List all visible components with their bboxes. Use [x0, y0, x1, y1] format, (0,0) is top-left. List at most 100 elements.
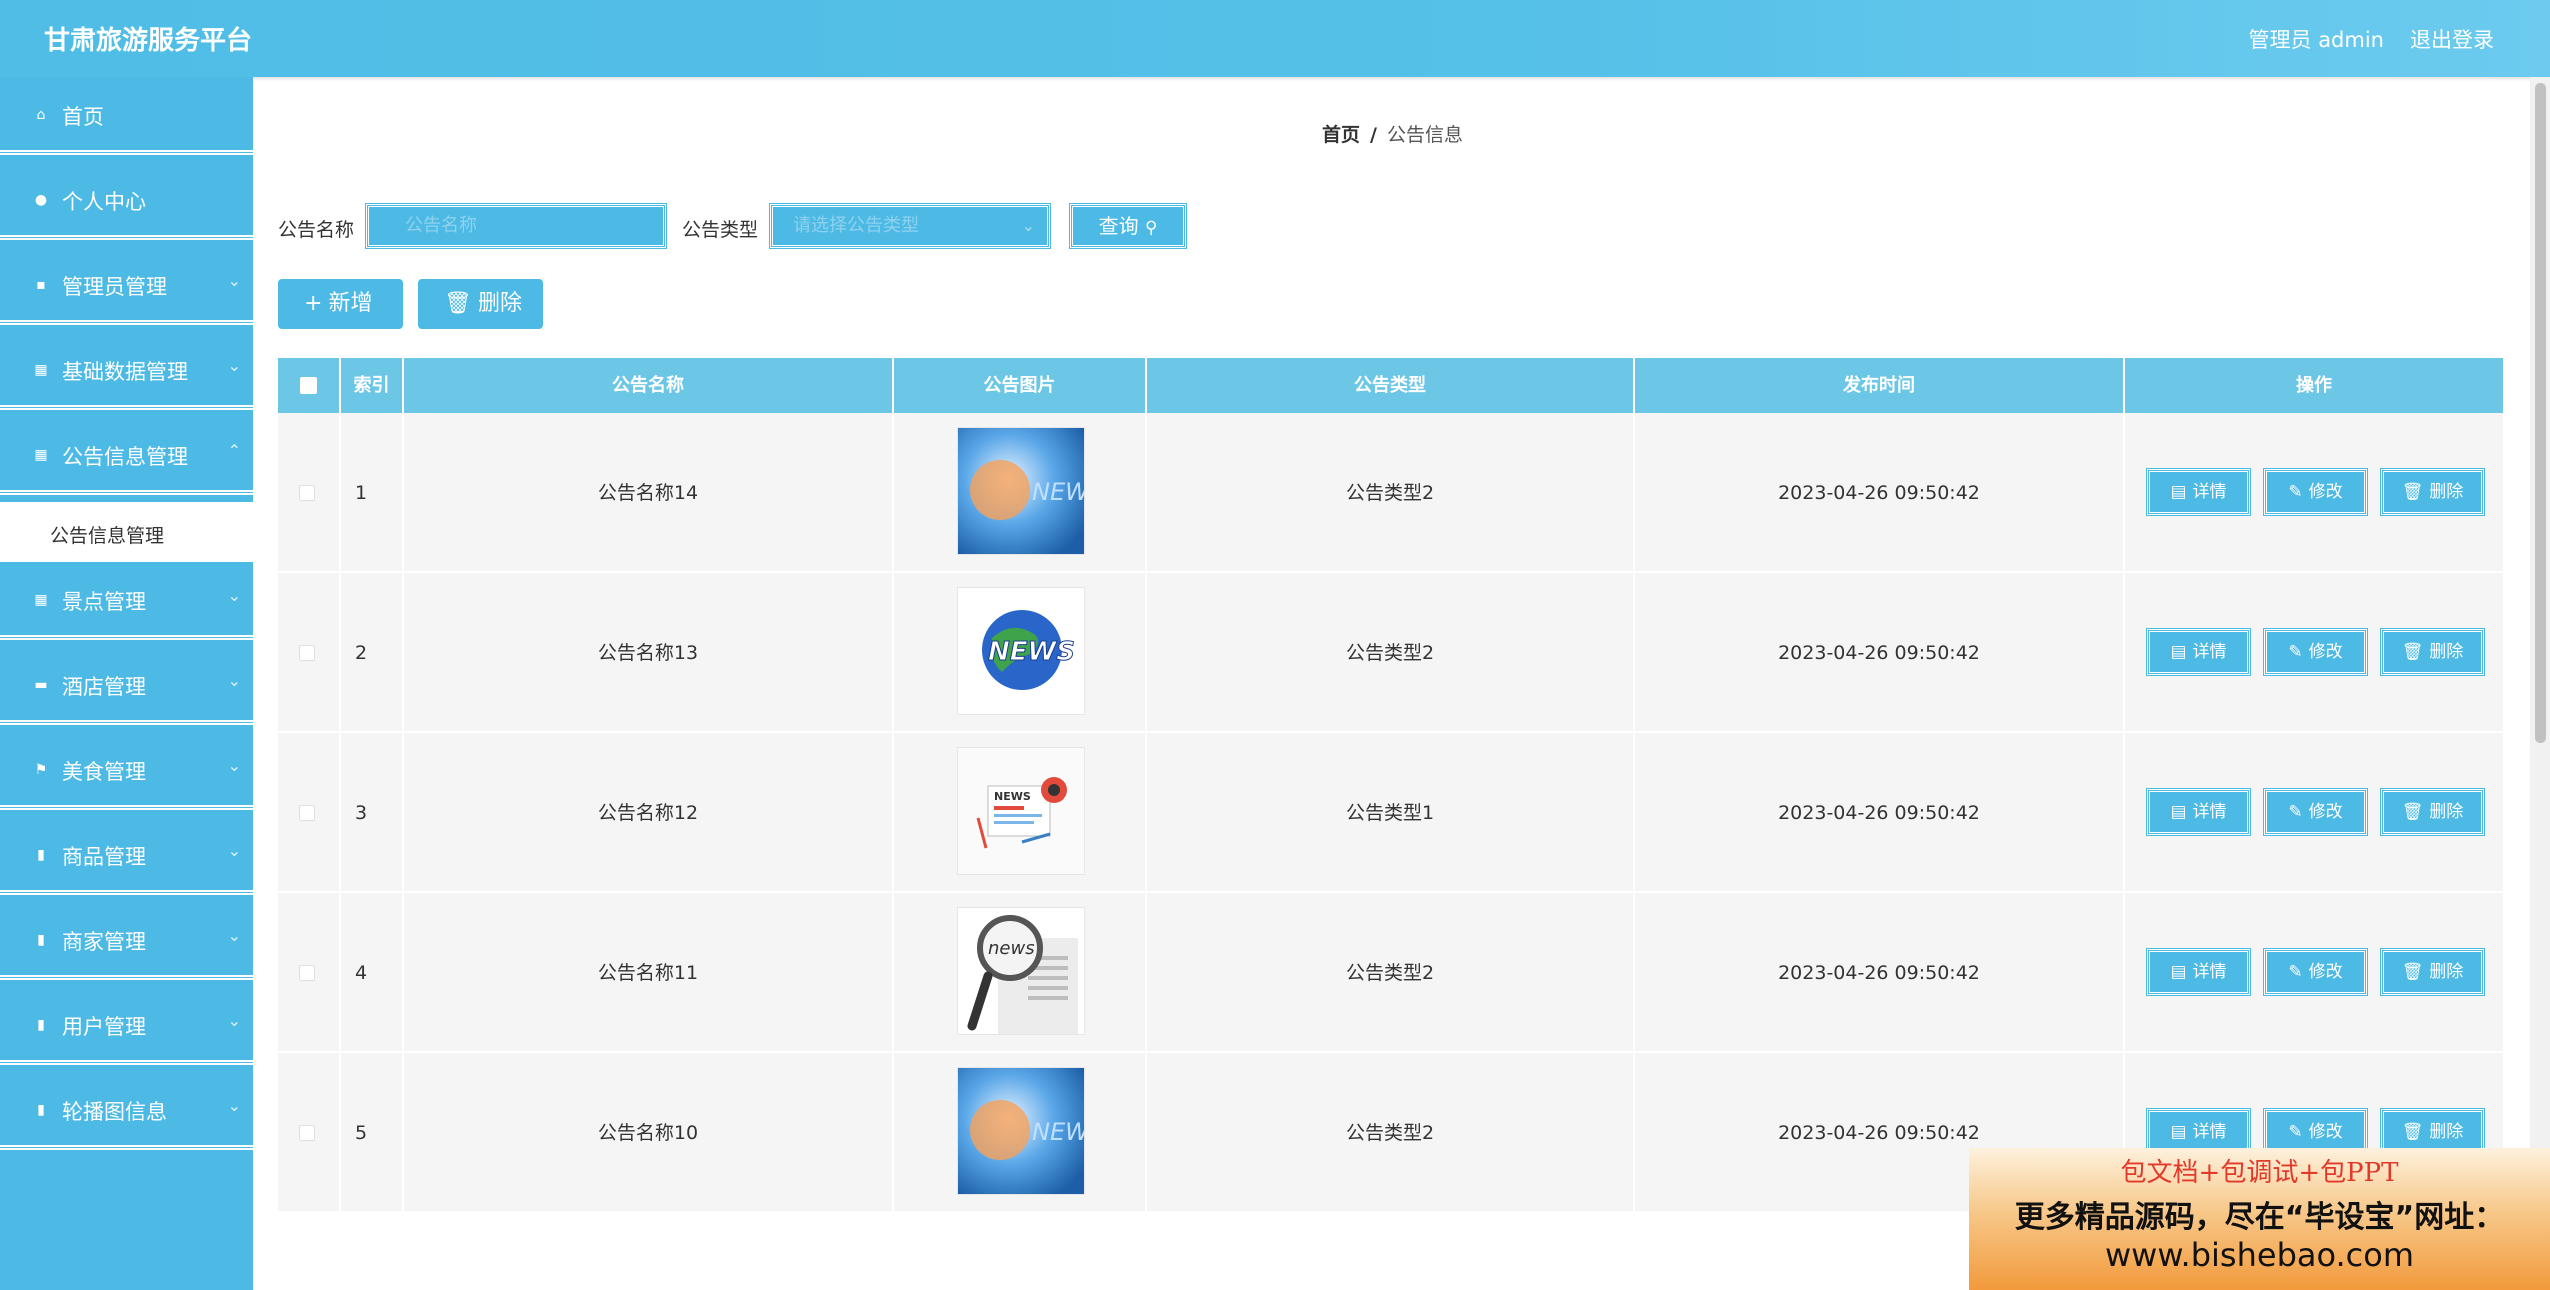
cell-index: 2: [341, 573, 404, 733]
chevron-down-icon: ⌄: [227, 756, 241, 775]
chevron-down-icon: ⌄: [227, 1011, 241, 1030]
edit-icon: ✎: [2288, 962, 2303, 982]
sidebar-item-label: 基础数据管理: [62, 360, 188, 384]
sidebar-item-profile[interactable]: ● 个人中心: [0, 162, 253, 240]
delete-button-label: 删除: [2429, 482, 2464, 502]
scrollbar-thumb[interactable]: [2535, 83, 2546, 743]
cell-index: 5: [341, 1053, 404, 1213]
edit-button[interactable]: ✎ 修改: [2263, 468, 2368, 516]
detail-icon: ▤: [2170, 802, 2187, 822]
notice-name-input[interactable]: 公告名称: [365, 203, 667, 249]
watermark-ad: 包文档+包调试+包PPT 更多精品源码，尽在“毕设宝”网址： www.bishe…: [1969, 1148, 2550, 1290]
header-type: 公告类型: [1147, 358, 1635, 413]
admin-label: 管理员 admin: [2248, 28, 2384, 52]
row-checkbox[interactable]: [299, 965, 315, 981]
shop-icon: ▮: [37, 932, 45, 948]
sidebar-item-hotel[interactable]: ▬ 酒店管理 ⌄: [0, 647, 253, 725]
detail-button-label: 详情: [2192, 962, 2227, 982]
row-select-cell: [278, 573, 341, 733]
sidebar-subitem-notice-manage[interactable]: 公告信息管理: [0, 502, 253, 562]
breadcrumb-separator: /: [1370, 124, 1377, 146]
edit-button[interactable]: ✎ 修改: [2263, 788, 2368, 836]
breadcrumb: 首页 / 公告信息: [1322, 120, 1463, 147]
delete-button[interactable]: 🗑 删除: [2380, 788, 2485, 836]
delete-button-label: 删除: [2429, 642, 2464, 662]
top-bar: 甘肃旅游服务平台 管理员 admin 退出登录: [0, 0, 2550, 77]
header-name: 公告名称: [404, 358, 894, 413]
batch-delete-button[interactable]: 🗑 删除: [418, 279, 543, 329]
detail-button-label: 详情: [2192, 802, 2227, 822]
sidebar-item-admin[interactable]: ▪ 管理员管理 ⌄: [0, 247, 253, 325]
sidebar-item-merchant[interactable]: ▮ 商家管理 ⌄: [0, 902, 253, 980]
row-checkbox[interactable]: [299, 805, 315, 821]
user-icon: ●: [34, 192, 48, 208]
header-time: 发布时间: [1635, 358, 2125, 413]
header-index: 索引: [341, 358, 404, 413]
grid-icon: ▦: [34, 447, 48, 463]
delete-button[interactable]: 🗑 删除: [2380, 628, 2485, 676]
row-checkbox[interactable]: [299, 645, 315, 661]
chevron-down-icon: ⌄: [227, 271, 241, 290]
breadcrumb-home[interactable]: 首页: [1322, 124, 1360, 146]
ad-line-1: 包文档+包调试+包PPT: [2120, 1158, 2399, 1188]
trash-icon: 🗑: [2401, 962, 2424, 982]
notice-name-label: 公告名称: [278, 219, 355, 241]
detail-button[interactable]: ▤ 详情: [2146, 788, 2251, 836]
logout-link[interactable]: 退出登录: [2410, 24, 2494, 54]
cell-type: 公告类型1: [1147, 733, 1635, 893]
edit-button-label: 修改: [2308, 482, 2343, 502]
query-button[interactable]: 查询 ⚲: [1069, 203, 1187, 249]
edit-icon: ✎: [2288, 1122, 2303, 1142]
notice-image: news: [957, 907, 1085, 1035]
sidebar-subitem-label: 公告信息管理: [50, 525, 165, 547]
row-checkbox[interactable]: [299, 1125, 315, 1141]
sidebar-item-notice[interactable]: ▦ 公告信息管理 ⌃: [0, 417, 253, 495]
notice-type-label: 公告类型: [682, 219, 759, 241]
header-select-cell: [278, 358, 341, 413]
detail-button[interactable]: ▤ 详情: [2146, 948, 2251, 996]
carousel-icon: ▮: [37, 1102, 45, 1118]
sidebar-item-label: 轮播图信息: [62, 1100, 167, 1124]
trash-icon: 🗑: [2401, 642, 2424, 662]
chevron-down-icon: ⌄: [227, 1096, 241, 1115]
notice-image: NEWS: [957, 1067, 1085, 1195]
select-all-checkbox[interactable]: [300, 377, 317, 394]
sidebar-item-carousel[interactable]: ▮ 轮播图信息 ⌄: [0, 1072, 253, 1150]
row-checkbox[interactable]: [299, 485, 315, 501]
edit-button[interactable]: ✎ 修改: [2263, 948, 2368, 996]
detail-button[interactable]: ▤ 详情: [2146, 468, 2251, 516]
row-select-cell: [278, 733, 341, 893]
grid-icon: ▦: [34, 362, 48, 378]
sidebar-item-label: 公告信息管理: [62, 445, 188, 469]
sidebar-item-food[interactable]: ⚑ 美食管理 ⌄: [0, 732, 253, 810]
sidebar-item-basic-data[interactable]: ▦ 基础数据管理 ⌄: [0, 332, 253, 410]
detail-button-label: 详情: [2192, 642, 2227, 662]
sidebar-item-label: 首页: [62, 105, 104, 129]
users-icon: ▮: [37, 1017, 45, 1033]
sidebar-item-home[interactable]: ⌂ 首页: [0, 77, 253, 155]
sidebar-item-scenic[interactable]: ▦ 景点管理 ⌄: [0, 562, 253, 640]
detail-button-label: 详情: [2192, 482, 2227, 502]
detail-icon: ▤: [2170, 642, 2187, 662]
notice-image: NEWS: [957, 427, 1085, 555]
notice-type-select[interactable]: 请选择公告类型 ⌄: [769, 203, 1051, 249]
edit-button[interactable]: ✎ 修改: [2263, 628, 2368, 676]
delete-button[interactable]: 🗑 删除: [2380, 468, 2485, 516]
sidebar-item-label: 用户管理: [62, 1015, 146, 1039]
detail-icon: ▤: [2170, 962, 2187, 982]
cell-time: 2023-04-26 09:50:42: [1635, 733, 2125, 893]
sidebar-item-goods[interactable]: ▮ 商品管理 ⌄: [0, 817, 253, 895]
table-row: 1公告名称14公告类型22023-04-26 09:50:42NEWS▤详情✎修…: [278, 413, 2503, 573]
detail-button[interactable]: ▤ 详情: [2146, 628, 2251, 676]
sidebar-item-label: 个人中心: [62, 190, 146, 214]
add-button[interactable]: + 新增: [278, 279, 403, 329]
goods-icon: ▮: [37, 847, 45, 863]
sidebar-item-users[interactable]: ▮ 用户管理 ⌄: [0, 987, 253, 1065]
table-row: 2 公告名称13 公告类型2 2023-04-26 09:50:42 NEWS ▤ 详情 ✎ 修…: [278, 573, 2503, 733]
trash-icon: 🗑: [2401, 802, 2424, 822]
chevron-up-icon: ⌃: [227, 441, 241, 460]
breadcrumb-current: 公告信息: [1386, 124, 1463, 146]
grid-icon: ▦: [34, 592, 48, 608]
delete-button[interactable]: 🗑 删除: [2380, 948, 2485, 996]
svg-text:NEWS: NEWS: [994, 790, 1031, 803]
